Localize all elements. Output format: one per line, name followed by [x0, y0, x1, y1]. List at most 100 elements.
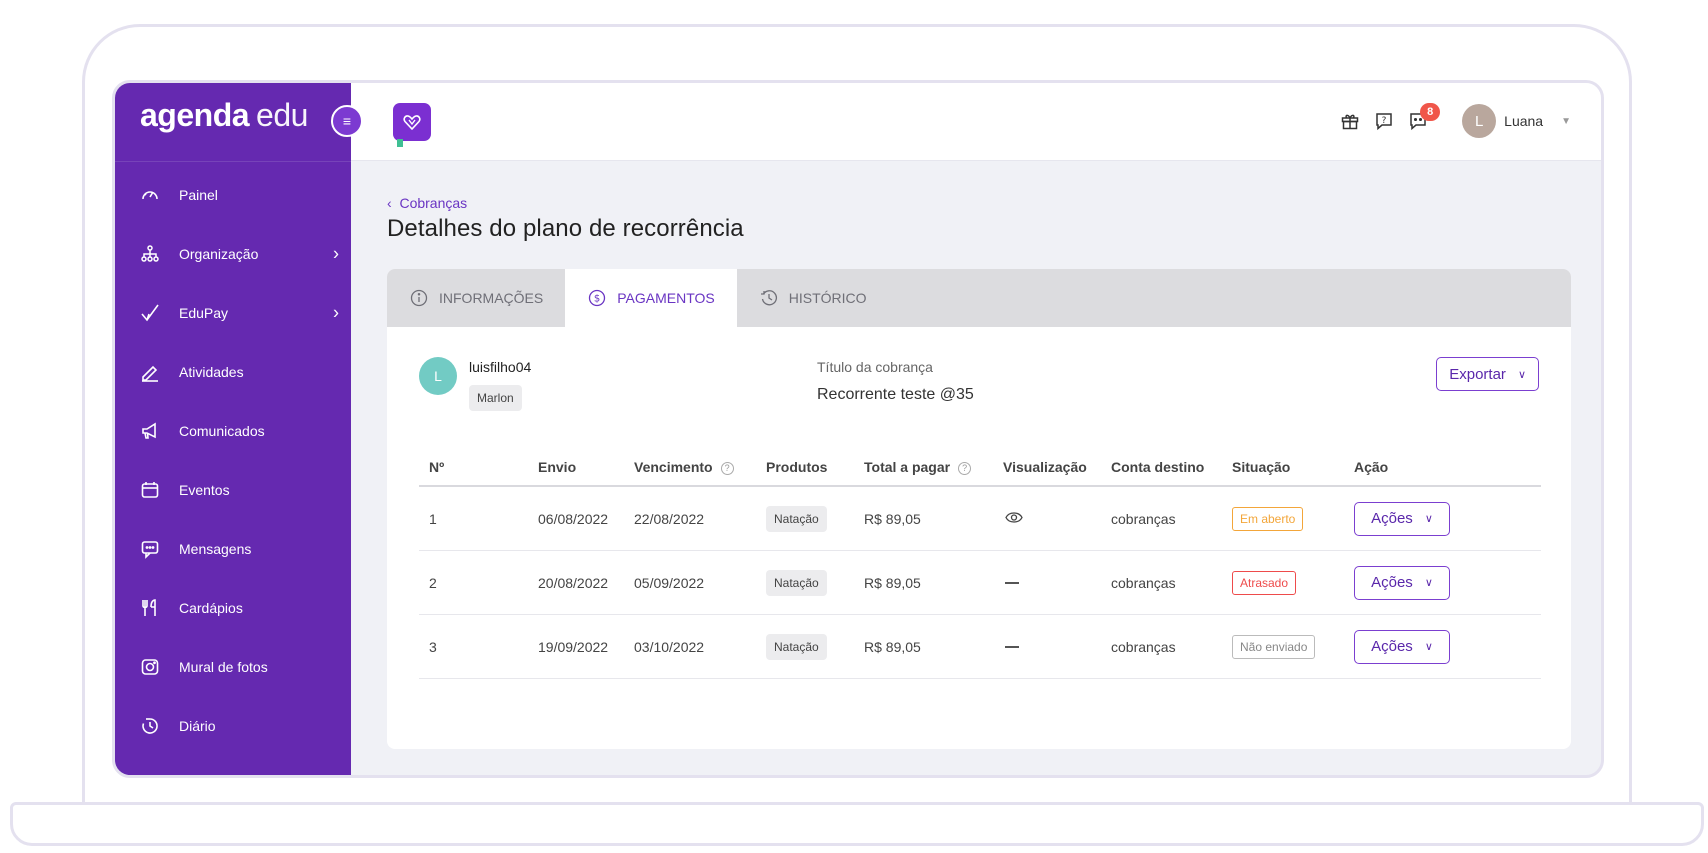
app-screen: agenda edu Painel Organização › EduPay › Ativ…	[112, 80, 1604, 778]
cell-conta: cobranças	[1111, 638, 1176, 655]
sidebar-item-label: Atividades	[179, 363, 244, 380]
sidebar-item-comunicados[interactable]: Comunicados	[115, 401, 351, 460]
charge-title-label: Título da cobrança	[817, 359, 933, 375]
megaphone-icon	[139, 420, 161, 442]
sidebar-divider	[115, 161, 351, 162]
product-tag: Natação	[766, 633, 827, 660]
cell-total: R$ 89,05	[864, 510, 921, 527]
dash-placeholder	[1005, 645, 1019, 648]
heart-shield-icon	[403, 115, 421, 131]
history-icon	[759, 288, 779, 308]
sidebar-item-label: Mural de fotos	[179, 658, 268, 675]
chevron-down-icon: ∨	[1517, 368, 1526, 381]
speedometer-icon	[139, 184, 161, 206]
topbar-actions: ? 8 L Luana ▼	[1326, 101, 1571, 141]
col-header-vencimento: Vencimento?	[634, 459, 734, 475]
sidebar-item-label: EduPay	[179, 304, 229, 321]
eye-icon[interactable]	[1005, 511, 1023, 527]
cell-envio: 19/09/2022	[538, 638, 609, 655]
actions-dropdown-button[interactable]: Ações ∨	[1354, 629, 1450, 664]
chevron-down-icon: ∨	[1424, 513, 1433, 525]
dollar-icon: $	[587, 288, 607, 308]
product-tag: Natação	[766, 569, 827, 596]
sidebar-item-mural-de-fotos[interactable]: Mural de fotos	[115, 637, 351, 696]
col-header-acao: Ação	[1354, 459, 1389, 475]
payments-table: Nº Envio Vencimento? Produtos Total a pa…	[419, 451, 1541, 679]
sidebar-item-painel[interactable]: Painel	[115, 165, 351, 224]
list-icon	[139, 774, 161, 776]
tab-dollar[interactable]: $ PAGAMENTOS	[565, 269, 737, 327]
actions-dropdown-button[interactable]: Ações ∨	[1354, 501, 1450, 536]
col-header-total: Total a pagar?	[864, 459, 972, 475]
sidebar-item-edupay[interactable]: EduPay ›	[115, 283, 351, 342]
table-row: 2 20/08/2022 05/09/2022 Natação R$ 89,05 cobr…	[419, 551, 1541, 615]
sidebar-item-mensagens[interactable]: Mensagens	[115, 519, 351, 578]
chevron-down-icon: ∨	[1424, 641, 1433, 653]
page-title: Detalhes do plano de recorrência	[387, 215, 744, 242]
app-switcher-button[interactable]	[393, 103, 431, 147]
main-content: ‹ Cobranças Detalhes do plano de recorrê…	[351, 161, 1601, 775]
camera-icon	[139, 656, 161, 678]
status-badge: Em aberto	[1232, 506, 1304, 531]
payer-username: luisfilho04	[469, 359, 532, 375]
brand-logo[interactable]: agenda edu	[140, 97, 308, 147]
col-header-produtos: Produtos	[766, 459, 828, 475]
breadcrumb[interactable]: ‹ Cobranças	[387, 195, 467, 211]
export-button[interactable]: Exportar ∨	[1436, 357, 1539, 391]
sidebar-item-label: Diário	[179, 717, 216, 734]
sidebar-item-card-pios[interactable]: Cardápios	[115, 578, 351, 637]
cell-envio: 06/08/2022	[538, 510, 609, 527]
sidebar-item-organiza-o[interactable]: Organização ›	[115, 224, 351, 283]
cell-num: 1	[429, 510, 437, 527]
notification-count-badge: 8	[1420, 103, 1441, 121]
table-row: 1 06/08/2022 22/08/2022 Natação R$ 89,05 cobr…	[419, 487, 1541, 551]
col-header-num: Nº	[429, 459, 445, 475]
badge-ribbon	[397, 139, 403, 147]
sidebar-item-eventos[interactable]: Eventos	[115, 460, 351, 519]
user-avatar[interactable]: L	[1462, 104, 1497, 138]
chevron-right-icon: ›	[333, 302, 339, 322]
payer-avatar: L	[419, 357, 457, 395]
cell-vencimento: 03/10/2022	[634, 638, 705, 655]
charge-title-value: Recorrente teste @35	[817, 386, 974, 403]
chevron-right-icon: ›	[333, 243, 339, 263]
payments-card: INFORMAÇÕES $ PAGAMENTOS HISTÓRICO L luisfi…	[387, 269, 1571, 749]
cell-num: 3	[429, 638, 437, 655]
chevron-left-icon: ‹	[387, 195, 392, 211]
dash-placeholder	[1005, 581, 1019, 584]
product-tag: Natação	[766, 505, 827, 532]
cell-envio: 20/08/2022	[538, 574, 609, 591]
help-circle-icon[interactable]: ?	[958, 461, 972, 475]
cell-total: R$ 89,05	[864, 638, 921, 655]
svg-text:$: $	[594, 294, 600, 305]
sidebar-item-atividades[interactable]: Atividades	[115, 342, 351, 401]
chevron-down-icon: ∨	[1424, 577, 1433, 589]
help-icon[interactable]: ?	[1374, 111, 1394, 131]
tab-label: PAGAMENTOS	[617, 290, 715, 306]
gift-icon[interactable]	[1340, 111, 1360, 131]
sidebar-item-di-rio[interactable]: Diário	[115, 696, 351, 755]
cell-vencimento: 22/08/2022	[634, 510, 705, 527]
col-header-situacao: Situação	[1232, 459, 1291, 475]
user-name[interactable]: Luana	[1504, 113, 1543, 129]
tab-info[interactable]: INFORMAÇÕES	[387, 269, 565, 327]
col-header-total-label: Total a pagar	[864, 459, 951, 475]
sidebar-item-label: Mensagens	[179, 540, 252, 557]
cell-visualizacao	[1005, 645, 1019, 648]
messages-notification-button[interactable]: 8	[1408, 103, 1441, 131]
col-header-conta: Conta destino	[1111, 459, 1205, 475]
tab-history[interactable]: HISTÓRICO	[737, 269, 889, 327]
topbar: ? 8 L Luana ▼	[351, 83, 1601, 161]
clock-icon	[139, 715, 161, 737]
help-circle-icon[interactable]: ?	[720, 461, 734, 475]
cell-num: 2	[429, 574, 437, 591]
caret-down-icon[interactable]: ▼	[1561, 116, 1571, 127]
checkmark-icon	[139, 302, 161, 324]
menu-toggle-button[interactable]: ≡	[331, 105, 363, 137]
actions-dropdown-button[interactable]: Ações ∨	[1354, 565, 1450, 600]
sidebar-item-enquetes[interactable]: Enquetes	[115, 755, 351, 776]
sidebar-item-label: Comunicados	[179, 422, 265, 439]
col-header-vencimento-label: Vencimento	[634, 459, 713, 475]
calendar-icon	[139, 479, 161, 501]
utensils-icon	[139, 597, 161, 619]
